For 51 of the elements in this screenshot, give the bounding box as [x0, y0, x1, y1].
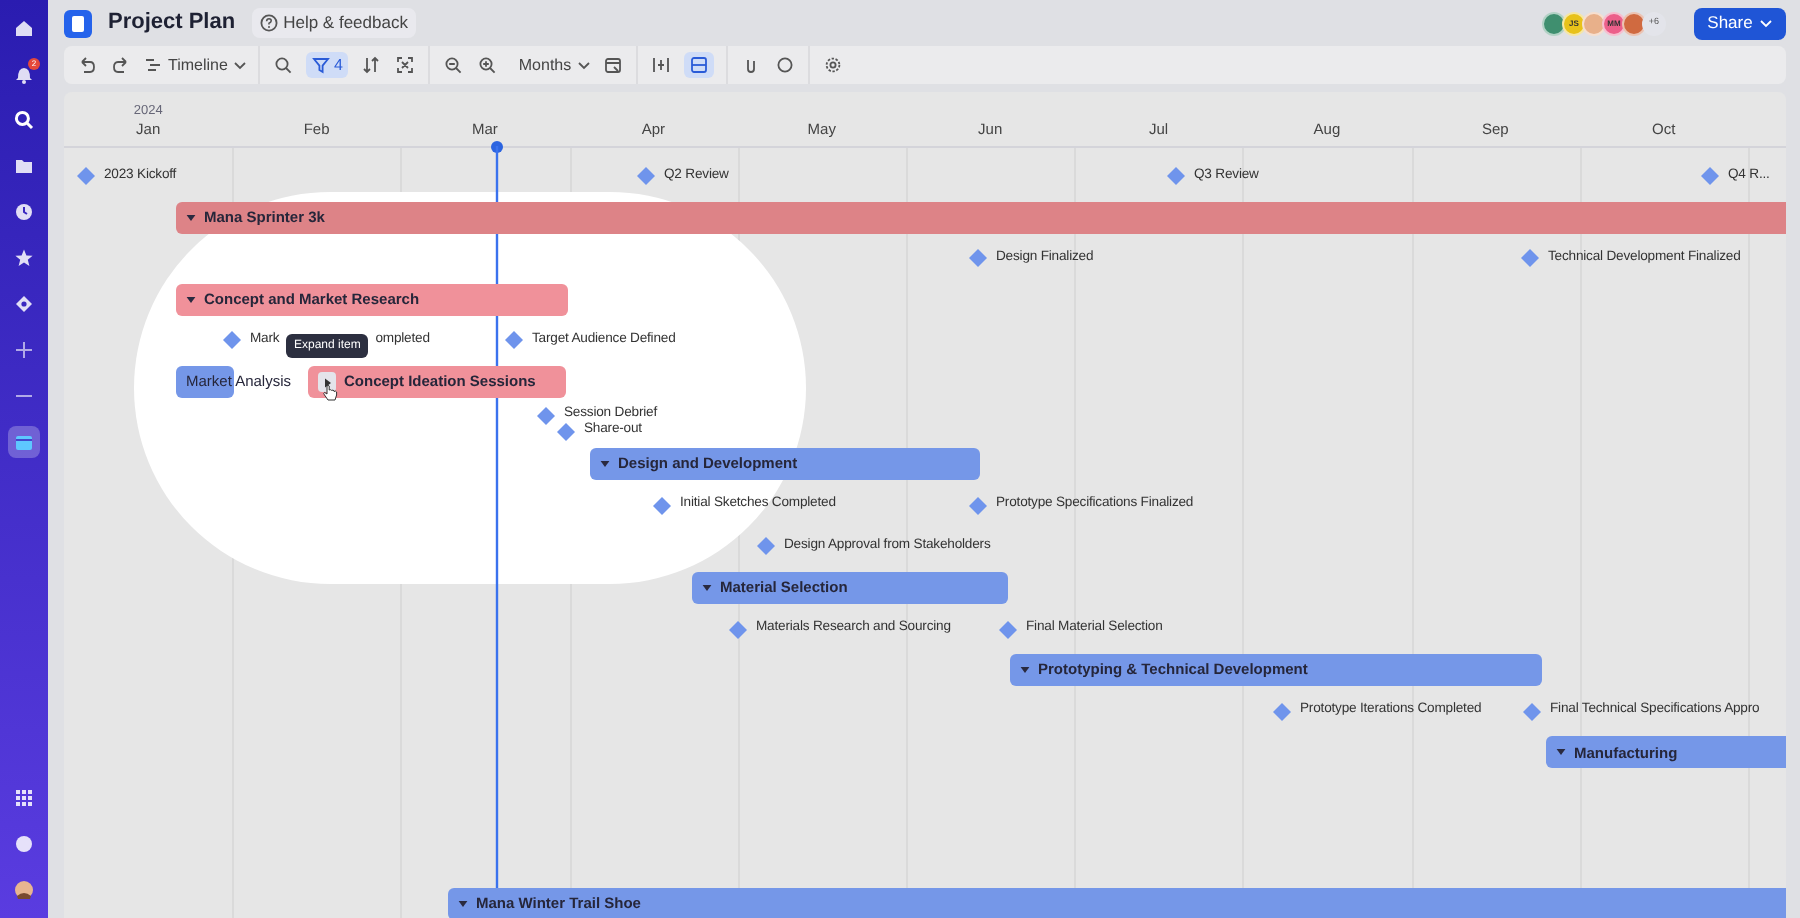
search-icon[interactable] [273, 56, 292, 74]
caret-down-icon[interactable] [458, 900, 468, 908]
chevron-down-icon [577, 61, 590, 69]
caret-right-icon[interactable] [323, 377, 331, 387]
calendar-icon[interactable] [14, 432, 34, 452]
milestone-diamond-icon[interactable] [536, 405, 556, 426]
layout-button[interactable] [689, 56, 708, 74]
home-icon[interactable] [14, 18, 34, 38]
network-icon[interactable] [14, 294, 34, 314]
sort-icon[interactable] [362, 56, 381, 74]
milestone-diamond-icon[interactable] [652, 495, 672, 516]
hand-cursor-icon [322, 384, 338, 402]
plus-icon[interactable] [14, 340, 34, 360]
paperclip-icon[interactable] [741, 56, 760, 74]
zoom-out-icon[interactable] [444, 56, 463, 74]
milestone-diamond-icon[interactable] [504, 330, 524, 351]
undo-icon[interactable] [78, 56, 96, 74]
chevron-down-icon [233, 61, 246, 69]
caret-down-icon[interactable] [186, 213, 196, 222]
share-button[interactable]: Share [1694, 7, 1786, 39]
folder-icon[interactable] [14, 156, 34, 176]
timeline-bars-icon [144, 56, 162, 74]
caret-down-icon[interactable] [1020, 666, 1030, 675]
caret-down-icon[interactable] [600, 460, 610, 469]
filter-button[interactable]: 4 [305, 52, 349, 78]
milestone-diamond-icon[interactable] [222, 330, 242, 351]
avatar-icon[interactable] [14, 880, 34, 900]
expand-button[interactable] [318, 372, 336, 392]
columns-icon[interactable] [651, 56, 670, 74]
sidebar-item-selected[interactable] [8, 426, 40, 458]
redo-icon[interactable] [112, 56, 130, 74]
chevron-down-icon [1760, 19, 1773, 27]
caret-down-icon[interactable] [1556, 748, 1566, 757]
scale-dropdown[interactable]: Months [518, 53, 590, 77]
star-icon[interactable] [14, 248, 34, 268]
filter-icon[interactable] [311, 56, 330, 74]
milestone-diamond-icon[interactable] [556, 421, 576, 442]
help-link[interactable]: Help & feedback [251, 8, 416, 38]
caret-down-icon[interactable] [186, 295, 196, 304]
task-bar[interactable] [176, 366, 234, 398]
settings-icon[interactable] [823, 56, 842, 74]
bell-icon[interactable] [14, 64, 34, 84]
zoom-in-icon[interactable] [478, 56, 497, 74]
fit-icon[interactable] [396, 56, 415, 74]
search-icon[interactable] [14, 110, 34, 130]
view-dropdown[interactable]: Timeline [144, 53, 246, 77]
clock-icon[interactable] [14, 202, 34, 222]
logo-icon [64, 9, 92, 37]
calendar-icon[interactable] [603, 56, 622, 74]
project-title: Project Plan [108, 8, 236, 39]
apps-grid-icon[interactable] [14, 788, 34, 808]
